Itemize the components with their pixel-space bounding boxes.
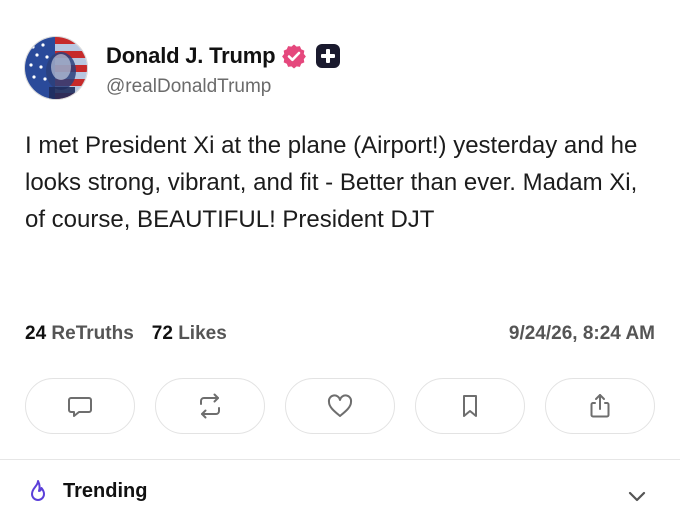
- author-handle[interactable]: @realDonaldTrump: [106, 76, 271, 98]
- retruths-count: 24: [25, 323, 47, 344]
- post-text: I met President Xi at the plane (Airport…: [25, 132, 638, 233]
- bookmark-icon: [463, 395, 477, 417]
- author-avatar[interactable]: [24, 36, 88, 100]
- trending-label: Trending: [63, 480, 148, 502]
- retruth-icon: [200, 393, 220, 419]
- post-timestamp: 9/24/26, 8:24 AM: [508, 323, 655, 344]
- likes-stat[interactable]: 72 Likes: [152, 323, 227, 345]
- flag-portrait-avatar-icon: [25, 37, 87, 99]
- post-card: Donald J. Trump @realDonaldTrump I met P…: [0, 0, 680, 502]
- bookmark-button[interactable]: [415, 378, 525, 434]
- retruth-button[interactable]: [155, 378, 265, 434]
- retruths-label: ReTruths: [51, 323, 134, 344]
- like-button[interactable]: [285, 378, 395, 434]
- reply-icon: [68, 397, 92, 417]
- likes-label: Likes: [178, 323, 227, 344]
- share-button[interactable]: [545, 378, 655, 434]
- likes-count: 72: [151, 323, 173, 344]
- like-icon: [327, 394, 353, 417]
- plus-badge-icon: [315, 43, 341, 69]
- author-name[interactable]: Donald J. Trump: [106, 43, 276, 69]
- section-divider: [0, 459, 680, 460]
- chevron-down-icon[interactable]: [625, 484, 649, 513]
- action-bar: [25, 378, 655, 434]
- reply-button[interactable]: [25, 378, 135, 434]
- retruths-stat[interactable]: 24 ReTruths: [25, 323, 134, 345]
- verified-badge-icon: [281, 43, 307, 69]
- share-icon: [590, 394, 610, 418]
- flame-icon: [25, 478, 51, 509]
- author-name-row: Donald J. Trump: [106, 41, 341, 71]
- post-stats: 24 ReTruths 72 Likes: [25, 323, 227, 345]
- trending-section-header[interactable]: Trending: [25, 474, 655, 504]
